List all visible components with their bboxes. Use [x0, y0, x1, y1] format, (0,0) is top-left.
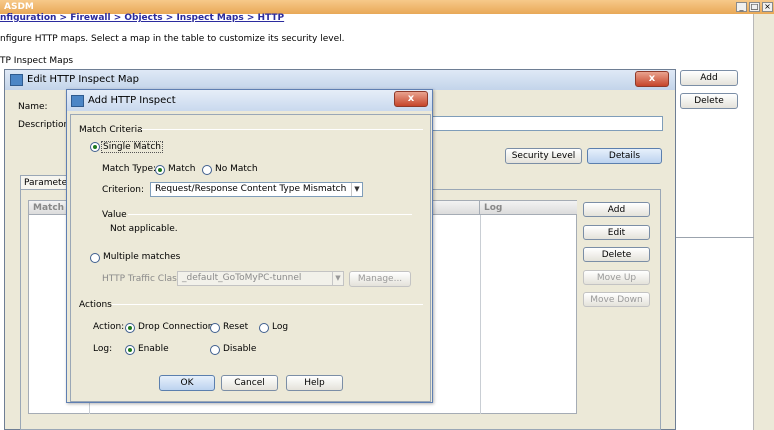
details-button[interactable]: Details	[587, 148, 662, 164]
cancel-button[interactable]: Cancel	[221, 375, 278, 391]
separator	[112, 304, 423, 305]
tab-parameters[interactable]: Parameter	[20, 175, 71, 190]
criterion-value: Request/Response Content Type Mismatch	[155, 184, 347, 194]
log-disable-radio[interactable]	[210, 345, 220, 355]
dialog-content: Match Criteria Single Match Match Type: …	[70, 114, 431, 402]
match-type-label: Match Type:	[102, 164, 157, 174]
actions-label: Actions	[79, 300, 112, 310]
manage-button[interactable]: Manage...	[349, 271, 411, 287]
drop-connection-label[interactable]: Drop Connection	[138, 322, 213, 332]
match-option-label[interactable]: Match	[168, 164, 195, 174]
maximize-icon[interactable]: □	[749, 2, 760, 12]
table-edit-button[interactable]: Edit	[583, 225, 650, 240]
table-delete-button[interactable]: Delete	[583, 247, 650, 262]
app-title-bar: ASDM	[0, 0, 774, 14]
match-radio[interactable]	[155, 165, 165, 175]
add-dialog-close-icon[interactable]: x	[394, 91, 428, 107]
reset-radio[interactable]	[210, 323, 220, 333]
log-action-label[interactable]: Log	[272, 322, 288, 332]
dialog-app-icon	[71, 95, 84, 107]
match-criteria-label: Match Criteria	[79, 125, 143, 135]
maps-section-label: TP Inspect Maps	[0, 56, 74, 66]
separator	[128, 214, 412, 215]
criterion-label: Criterion:	[102, 185, 144, 195]
multiple-matches-label[interactable]: Multiple matches	[103, 252, 180, 262]
log-enable-label[interactable]: Enable	[138, 344, 169, 354]
add-dialog-title: Add HTTP Inspect	[88, 95, 176, 106]
breadcrumb[interactable]: nfiguration > Firewall > Objects > Inspe…	[0, 13, 284, 23]
edit-window-title: Edit HTTP Inspect Map	[27, 74, 140, 85]
no-match-option-label[interactable]: No Match	[215, 164, 258, 174]
move-down-button[interactable]: Move Down	[583, 292, 650, 307]
single-match-radio[interactable]	[90, 142, 100, 152]
log-label: Log:	[93, 344, 113, 354]
app-title: ASDM	[4, 2, 34, 12]
multiple-matches-radio[interactable]	[90, 253, 100, 263]
chevron-down-icon[interactable]: ▼	[351, 183, 362, 196]
ok-button[interactable]: OK	[159, 375, 215, 391]
main-delete-button[interactable]: Delete	[680, 93, 738, 109]
reset-label[interactable]: Reset	[223, 322, 248, 332]
name-label: Name:	[18, 102, 48, 112]
divider	[672, 237, 754, 238]
edit-window-title-bar[interactable]: Edit HTTP Inspect Map	[5, 70, 675, 90]
log-enable-radio[interactable]	[125, 345, 135, 355]
log-action-radio[interactable]	[259, 323, 269, 333]
main-add-button[interactable]: Add	[680, 70, 738, 86]
window-app-icon	[10, 74, 23, 86]
page-instruction: nfigure HTTP maps. Select a map in the t…	[0, 34, 345, 44]
column-divider	[480, 215, 481, 414]
description-label: Description:	[18, 120, 73, 130]
single-match-label[interactable]: Single Match	[101, 141, 163, 153]
help-button[interactable]: Help	[286, 375, 343, 391]
minimize-icon[interactable]: _	[736, 2, 747, 12]
description-input[interactable]	[429, 116, 663, 131]
edit-window-close-icon[interactable]: x	[635, 71, 669, 87]
traffic-class-select[interactable]: _default_GoToMyPC-tunnel ▼	[177, 271, 344, 286]
separator	[141, 129, 423, 130]
no-match-radio[interactable]	[202, 165, 212, 175]
drop-connection-radio[interactable]	[125, 323, 135, 333]
close-icon[interactable]: ×	[762, 2, 773, 12]
criterion-select[interactable]: Request/Response Content Type Mismatch ▼	[150, 182, 363, 197]
security-level-button[interactable]: Security Level	[505, 148, 582, 164]
table-add-button[interactable]: Add	[583, 202, 650, 217]
value-text: Not applicable.	[110, 224, 178, 234]
chevron-down-icon[interactable]: ▼	[332, 272, 343, 285]
log-column-header[interactable]: Log	[480, 201, 577, 215]
add-dialog-title-bar[interactable]: Add HTTP Inspect	[67, 90, 432, 111]
add-http-inspect-dialog: Add HTTP Inspect x Match Criteria Single…	[66, 89, 433, 403]
value-label: Value	[102, 210, 127, 220]
traffic-class-label: HTTP Traffic Class:	[102, 274, 185, 284]
move-up-button[interactable]: Move Up	[583, 270, 650, 285]
traffic-class-value: _default_GoToMyPC-tunnel	[182, 273, 302, 283]
action-label: Action:	[93, 322, 125, 332]
log-disable-label[interactable]: Disable	[223, 344, 256, 354]
